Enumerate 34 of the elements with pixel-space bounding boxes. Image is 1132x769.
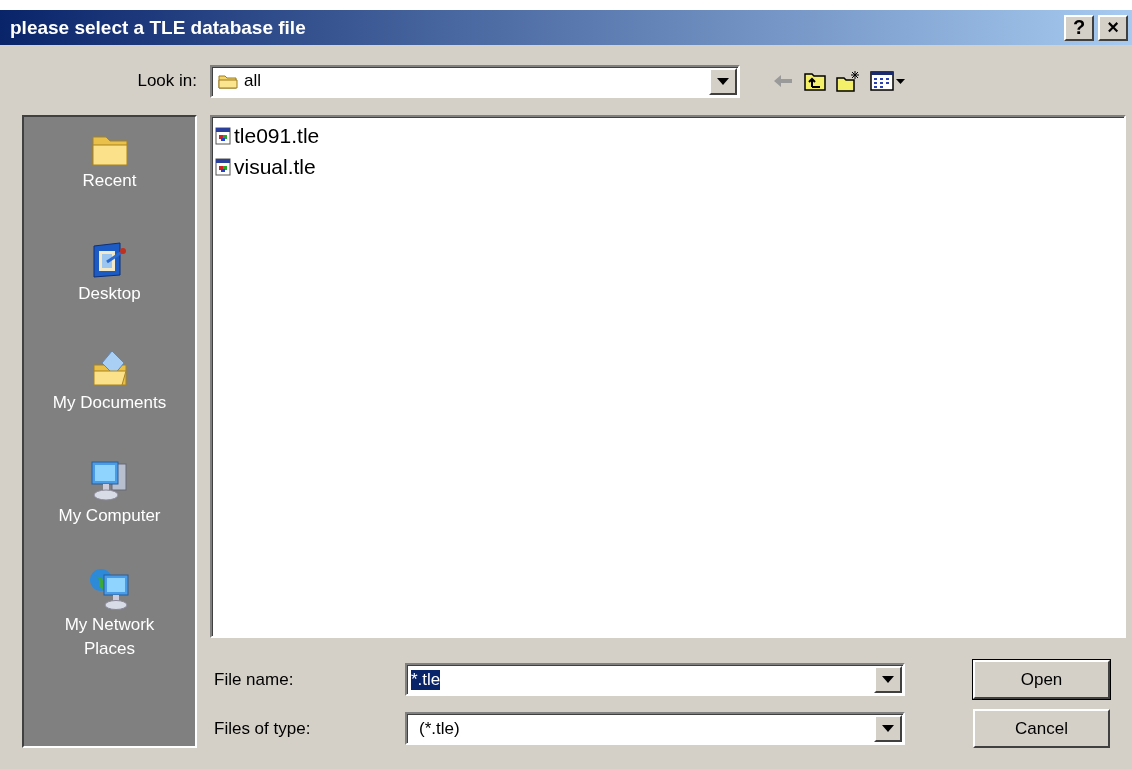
window-title: please select a TLE database file [10,16,307,39]
caret-icon [882,676,894,683]
place-item[interactable]: My Computer [58,504,161,528]
field-value: all [244,71,261,91]
place-item[interactable]: My Network Places [39,613,180,661]
file-item[interactable]: tle091.tle [234,123,320,148]
file-type-dropdown[interactable]: (*.tle) [405,712,905,745]
dialog-button[interactable]: Cancel [973,709,1110,748]
file-name-label: File name: [213,669,295,690]
file-item[interactable]: visual.tle [234,154,316,179]
file-icon [215,126,231,145]
dialog-button[interactable]: Open [973,660,1110,699]
file-type-label: Files of type: [213,718,312,739]
dropdown-button[interactable] [874,715,902,742]
place-item[interactable]: My Documents [52,391,167,415]
field-value: (*.tle) [419,718,460,739]
new-folder-icon[interactable] [836,70,860,92]
file-name-field[interactable]: *.tle [405,663,905,696]
field-value: *.tle [411,669,441,690]
views-menu-icon[interactable] [870,71,906,91]
look-in-label: Look in: [136,71,198,91]
look-in-dropdown[interactable]: all [210,64,740,98]
place-item[interactable]: Desktop [78,282,141,306]
caret-icon [717,77,729,85]
close-button[interactable]: × [1098,14,1128,41]
network-icon [87,567,132,611]
dropdown-button[interactable] [709,67,737,95]
help-button[interactable]: ? [1064,14,1094,41]
up-folder-icon[interactable] [804,70,826,92]
caret-icon [882,725,894,732]
place-item[interactable]: Recent [82,169,137,193]
file-icon [215,157,231,176]
dropdown-button[interactable] [874,666,902,693]
folder-icon [218,73,238,89]
